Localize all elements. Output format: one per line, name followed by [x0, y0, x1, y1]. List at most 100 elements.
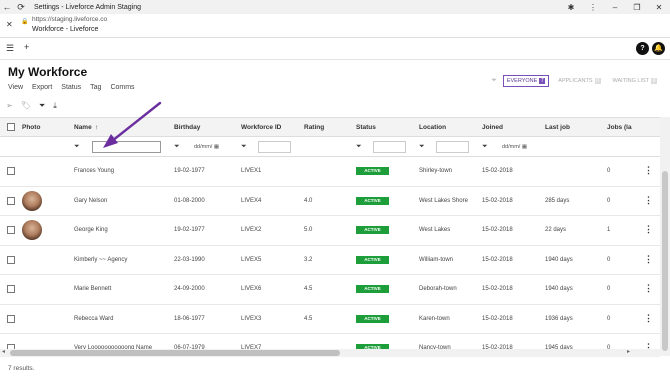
- row-checkbox[interactable]: [7, 226, 15, 234]
- close-window-icon[interactable]: ✕: [648, 3, 670, 12]
- id-filter-icon[interactable]: ⏷: [241, 143, 247, 151]
- table-row[interactable]: Marie Bennett 24-09-2000 LIVEX6 4.5 Deborah-…: [0, 275, 660, 305]
- sort-ascending-icon[interactable]: ↑: [95, 124, 98, 131]
- col-jobs[interactable]: Jobs (la: [607, 124, 632, 131]
- cell-location: Karen-town: [419, 315, 450, 322]
- joined-filter-input[interactable]: dd/mm/ ▦: [499, 141, 533, 153]
- status-badge: ACTIVE: [356, 167, 389, 175]
- close-tab-icon[interactable]: ✕: [6, 20, 13, 29]
- vertical-scroll-thumb[interactable]: [662, 171, 668, 351]
- birthday-filter-input[interactable]: dd/mm/ ▦: [191, 141, 229, 153]
- location-filter-icon[interactable]: ⏷: [419, 143, 425, 151]
- notifications-bell-icon[interactable]: 🔔: [652, 42, 665, 55]
- cell-location: West Lakes: [419, 227, 451, 233]
- scroll-right-arrow-icon[interactable]: ▸: [627, 348, 630, 355]
- col-name[interactable]: Name: [74, 124, 92, 131]
- toolbar: ➢ 🏷 ⏷ ⤓: [6, 101, 57, 111]
- col-status[interactable]: Status: [356, 124, 376, 131]
- row-checkbox[interactable]: [7, 314, 15, 323]
- table-row[interactable]: Frances Young 19-02-1977 LIVEX1 Shirley-tow…: [0, 157, 660, 187]
- tag-icon[interactable]: 🏷: [21, 101, 31, 111]
- horizontal-scrollbar[interactable]: ◂ ▸: [0, 349, 660, 357]
- table-row[interactable]: Rebecca Ward 18-06-1977 LIVEX3 4.5 Karen-tow…: [0, 304, 660, 334]
- download-icon[interactable]: ⤓: [53, 101, 57, 111]
- app-top-bar: ☰ + ? 🔔: [0, 38, 670, 60]
- reload-icon[interactable]: ⟳: [14, 2, 28, 13]
- minimize-icon[interactable]: –: [604, 3, 626, 12]
- menu-tag[interactable]: Tag: [90, 84, 101, 91]
- birthday-filter-icon[interactable]: ⏷: [174, 143, 180, 151]
- cell-jobs: 0: [607, 168, 611, 174]
- row-actions-icon[interactable]: ⋮: [644, 195, 653, 206]
- row-actions-icon[interactable]: ⋮: [644, 254, 653, 265]
- table-row[interactable]: George King 19-02-1977 LIVEX2 5.0 West Lakes…: [0, 216, 660, 246]
- status-filter-input[interactable]: [373, 141, 406, 153]
- select-all-checkbox[interactable]: [7, 123, 15, 131]
- menu-view[interactable]: View: [8, 84, 23, 91]
- joined-filter-icon[interactable]: ⏷: [482, 143, 488, 151]
- scroll-left-arrow-icon[interactable]: ◂: [2, 348, 5, 355]
- menu-export[interactable]: Export: [32, 84, 52, 91]
- cell-birthday: 01-08-2000: [174, 197, 205, 204]
- row-checkbox[interactable]: [7, 285, 15, 293]
- address-bar: ✕ 🔒 https://staging.liveforce.co Workfor…: [0, 14, 670, 38]
- table-row[interactable]: Kimberly ~~ Agency 22-03-1990 LIVEX5 3.2 Wil…: [0, 245, 660, 275]
- lock-icon: 🔒: [21, 19, 29, 25]
- table-row[interactable]: Gary Nelson 01-08-2000 LIVEX4 4.0 West Lakes…: [0, 186, 660, 216]
- menu-status[interactable]: Status: [61, 84, 81, 91]
- col-birthday[interactable]: Birthday: [174, 124, 200, 131]
- funnel-icon[interactable]: ⏷: [39, 101, 45, 111]
- cell-workforce-id: LIVEX3: [241, 315, 262, 322]
- cell-jobs: 1: [607, 227, 611, 233]
- cell-joined: 15-02-2018: [482, 168, 513, 174]
- page-title: My Workforce: [8, 65, 88, 79]
- location-filter-input[interactable]: [436, 141, 469, 153]
- col-last-job[interactable]: Last job: [545, 124, 570, 131]
- name-filter-input[interactable]: [92, 141, 161, 153]
- tab-waiting-list[interactable]: WAITING LIST 0: [610, 76, 660, 86]
- cell-jobs: 0: [607, 256, 611, 263]
- workforce-grid: Photo Name ↑ Birthday Workforce ID Ratin…: [0, 117, 660, 356]
- tab-applicants[interactable]: APPLICANTS 0: [555, 76, 603, 86]
- hamburger-menu-icon[interactable]: ☰: [6, 43, 14, 54]
- row-actions-icon[interactable]: ⋮: [644, 283, 653, 294]
- vertical-scrollbar[interactable]: [660, 117, 670, 356]
- window-title: Settings - Liveforce Admin Staging: [34, 3, 142, 11]
- send-icon[interactable]: ➢: [6, 101, 13, 111]
- row-checkbox[interactable]: [7, 255, 15, 264]
- url-text[interactable]: https://staging.liveforce.co: [32, 16, 107, 23]
- status-filter-icon[interactable]: ⏷: [356, 143, 362, 151]
- col-location[interactable]: Location: [419, 124, 446, 131]
- name-filter-icon[interactable]: ⏷: [74, 143, 80, 151]
- cell-birthday: 18-06-1977: [174, 315, 205, 322]
- help-icon[interactable]: ?: [636, 42, 649, 55]
- row-checkbox[interactable]: [7, 167, 15, 175]
- back-icon[interactable]: ←: [0, 2, 14, 12]
- cell-name: Gary Nelson: [74, 197, 108, 204]
- joined-date-placeholder: dd/mm/: [502, 144, 521, 150]
- row-actions-icon[interactable]: ⋮: [644, 165, 653, 176]
- menu-comms[interactable]: Comms: [110, 84, 134, 91]
- restore-icon[interactable]: ❐: [626, 3, 648, 12]
- birthday-date-placeholder: dd/mm/: [194, 144, 213, 150]
- row-actions-icon[interactable]: ⋮: [644, 313, 653, 324]
- extensions-icon[interactable]: ✱: [560, 3, 582, 12]
- col-rating[interactable]: Rating: [304, 124, 324, 131]
- cell-joined: 15-02-2018: [482, 256, 513, 263]
- cell-name: Kimberly ~~ Agency: [74, 256, 128, 263]
- status-badge: ACTIVE: [356, 255, 389, 264]
- col-joined[interactable]: Joined: [482, 124, 503, 131]
- more-icon[interactable]: ⋮: [582, 3, 604, 12]
- id-filter-input[interactable]: [258, 141, 291, 153]
- row-checkbox[interactable]: [7, 196, 15, 205]
- cell-last-job: 22 days: [545, 227, 567, 233]
- cell-workforce-id: LIVEX6: [241, 286, 262, 292]
- horizontal-scroll-thumb[interactable]: [10, 350, 340, 356]
- cell-joined: 15-02-2018: [482, 315, 513, 322]
- row-actions-icon[interactable]: ⋮: [644, 224, 653, 235]
- filter-icon[interactable]: ⏷: [491, 77, 497, 85]
- tab-applicants-label: APPLICANTS: [558, 78, 593, 84]
- add-icon[interactable]: +: [24, 42, 29, 52]
- col-workforce-id[interactable]: Workforce ID: [241, 124, 281, 131]
- tab-everyone[interactable]: EVERYONE 7: [502, 75, 550, 87]
